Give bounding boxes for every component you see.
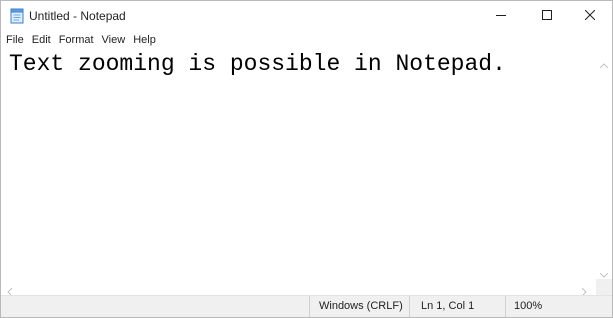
status-bar: Windows (CRLF) Ln 1, Col 1 100% — [1, 295, 612, 317]
menu-bar: File Edit Format View Help — [1, 31, 612, 49]
menu-file[interactable]: File — [6, 33, 24, 47]
maximize-button[interactable] — [524, 1, 569, 31]
notepad-icon — [10, 8, 24, 24]
status-zoom-level: 100% — [505, 296, 612, 317]
vertical-scrollbar[interactable] — [596, 49, 612, 279]
window-title: Untitled - Notepad — [29, 9, 126, 23]
notepad-window: Untitled - Notepad File Edit Format View… — [0, 0, 613, 318]
close-icon — [584, 7, 595, 25]
scrollbar-corner — [596, 279, 612, 295]
menu-format[interactable]: Format — [59, 33, 94, 47]
horizontal-scrollbar[interactable] — [1, 279, 596, 297]
menu-edit[interactable]: Edit — [32, 33, 51, 47]
text-editor[interactable]: Text zooming is possible in Notepad. — [1, 49, 596, 279]
scroll-up-arrow-icon[interactable] — [599, 55, 609, 73]
minimize-icon — [495, 7, 506, 25]
status-cursor-position: Ln 1, Col 1 — [409, 296, 505, 317]
close-button[interactable] — [567, 1, 612, 31]
menu-help[interactable]: Help — [133, 33, 156, 47]
maximize-icon — [541, 7, 552, 25]
minimize-button[interactable] — [478, 1, 523, 31]
menu-view[interactable]: View — [102, 33, 126, 47]
status-line-ending: Windows (CRLF) — [309, 296, 409, 317]
title-bar[interactable]: Untitled - Notepad — [1, 1, 612, 31]
